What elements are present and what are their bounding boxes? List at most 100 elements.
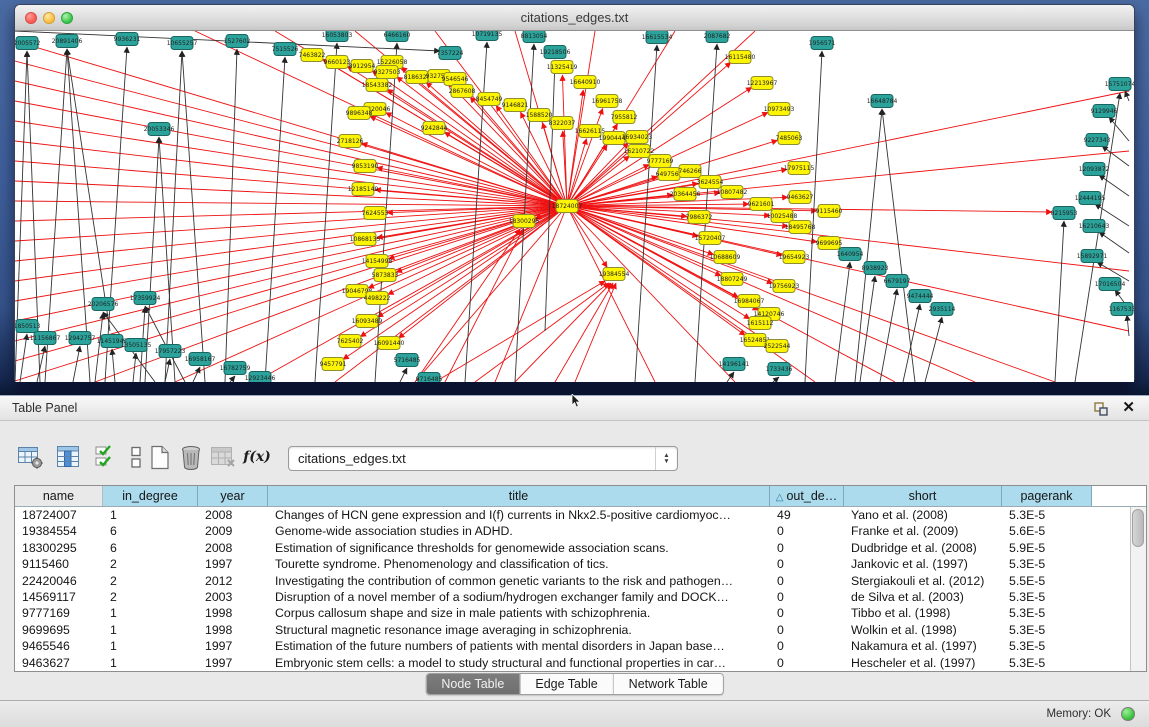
table-cell: 2: [103, 589, 198, 605]
table-cell: 1997: [198, 655, 268, 671]
float-panel-icon[interactable]: [1093, 401, 1109, 417]
table-cell: 18724007: [15, 507, 103, 523]
table-row[interactable]: 1938455462009Genome-wide association stu…: [15, 523, 1130, 539]
table-row[interactable]: 946554611997Estimation of the future num…: [15, 638, 1130, 654]
delete-column-icon[interactable]: [177, 443, 205, 471]
node-label: 18495768: [785, 224, 816, 231]
table-cell: 0: [770, 523, 844, 539]
zoom-window-button[interactable]: [61, 12, 73, 24]
node-label: 16053803: [322, 32, 353, 39]
node-label: 19756923: [769, 283, 800, 290]
table-body[interactable]: 1872400712008Changes of HCN gene express…: [15, 507, 1130, 671]
node-label: 2522544: [764, 343, 791, 350]
node-label: 20206576: [88, 301, 119, 308]
node-label: 16934023: [622, 134, 653, 141]
table-row[interactable]: 977716911998Corpus callosum shape and si…: [15, 605, 1130, 621]
table-panel-title: Table Panel: [12, 401, 77, 415]
network-window-title: citations_edges.txt: [15, 5, 1134, 31]
node-label: 7624553: [362, 210, 389, 217]
table-cell: 5.3E-5: [1002, 655, 1092, 671]
column-header-out-degree[interactable]: △out_de…: [770, 486, 844, 506]
tab-edge-table[interactable]: Edge Table: [519, 674, 612, 694]
table-cell: Hescheler et al. (1997): [844, 655, 1002, 671]
node-label: 7625402: [337, 338, 364, 345]
column-header-year[interactable]: year: [198, 486, 268, 506]
tab-node-table[interactable]: Node Table: [426, 674, 519, 694]
close-panel-icon[interactable]: ✕: [1122, 399, 1135, 417]
delete-table-icon[interactable]: [209, 443, 237, 471]
select-all-icon[interactable]: [92, 443, 120, 471]
table-settings-icon[interactable]: [16, 443, 44, 471]
node-label: 9896348: [346, 110, 373, 117]
close-window-button[interactable]: [25, 12, 37, 24]
node-label: 1956571: [809, 40, 836, 47]
table-cell: 9463627: [15, 655, 103, 671]
table-cell: 1: [103, 622, 198, 638]
table-cell: 1997: [198, 556, 268, 572]
network-graph[interactable]: 7463822966012389129541522605893275031854…: [15, 31, 1134, 382]
minimize-window-button[interactable]: [43, 12, 55, 24]
table-cell: 5.9E-5: [1002, 540, 1092, 556]
table-selector-dropdown[interactable]: citations_edges.txt ▲▼: [288, 446, 678, 471]
node-label: 16093489: [352, 318, 383, 325]
table-cell: 22420046: [15, 573, 103, 589]
tab-network-table[interactable]: Network Table: [613, 674, 723, 694]
node-label: 7485063: [776, 135, 803, 142]
node-label: 6679197: [884, 278, 911, 285]
node-label: 19218506: [540, 49, 571, 56]
column-header-title[interactable]: title: [268, 486, 770, 506]
table-cell: 6: [103, 540, 198, 556]
scrollbar-thumb[interactable]: [1132, 509, 1144, 547]
new-column-icon[interactable]: [146, 443, 174, 471]
table-row[interactable]: 1872400712008Changes of HCN gene express…: [15, 507, 1130, 523]
node-label: 9853190: [352, 163, 379, 170]
table-row[interactable]: 1456911722003Disruption of a novel membe…: [15, 589, 1130, 605]
column-header-name[interactable]: name: [15, 486, 103, 506]
table-cell: 0: [770, 605, 844, 621]
column-header-short[interactable]: short: [844, 486, 1002, 506]
network-view[interactable]: 7463822966012389129541522605893275031854…: [15, 31, 1134, 382]
node-label: 11156867: [30, 335, 61, 342]
table-cell: 0: [770, 556, 844, 572]
network-window-titlebar[interactable]: citations_edges.txt: [15, 5, 1134, 31]
table-row[interactable]: 1830029562008Estimation of significance …: [15, 540, 1130, 556]
node-label: 14154998: [362, 258, 393, 265]
table-row[interactable]: 946362711997Embryonic stem cells: a mode…: [15, 655, 1130, 671]
show-column-icon[interactable]: [54, 443, 82, 471]
table-cell: Yano et al. (2008): [844, 507, 1002, 523]
table-cell: 9699695: [15, 622, 103, 638]
table-row[interactable]: 911546021997Tourette syndrome. Phenomeno…: [15, 556, 1130, 572]
node-label: 9621601: [748, 201, 775, 208]
cytoscape-desktop: citations_edges.txt 74638229660123891295…: [0, 0, 1149, 395]
network-window[interactable]: citations_edges.txt 74638229660123891295…: [14, 4, 1135, 382]
node-label: 17975115: [784, 165, 815, 172]
node-label: 7955812: [611, 114, 638, 121]
node-label: 16615534: [642, 34, 673, 41]
table-cell: 1: [103, 507, 198, 523]
table-cell: 2003: [198, 589, 268, 605]
node-label: 9660123: [324, 59, 351, 66]
memory-ok-indicator[interactable]: [1121, 707, 1135, 721]
node-label: 9463627: [787, 194, 814, 201]
table-cell: Embryonic stem cells: a model to study s…: [268, 655, 770, 671]
node-label: 13505135: [121, 342, 152, 349]
table-cell: Investigating the contribution of common…: [268, 573, 770, 589]
table-cell: 1: [103, 605, 198, 621]
column-header-pagerank[interactable]: pagerank: [1002, 486, 1092, 506]
table-cell: 19384554: [15, 523, 103, 539]
node-label: 16958167: [185, 356, 216, 363]
node-label: 16210722: [624, 148, 655, 155]
table-scrollbar[interactable]: [1130, 507, 1146, 671]
table-row[interactable]: 969969511998Structural magnetic resonanc…: [15, 622, 1130, 638]
table-row[interactable]: 2242004622012Investigating the contribut…: [15, 573, 1130, 589]
node-label: 12444195: [1075, 195, 1106, 202]
node-label: 18300295: [509, 218, 540, 225]
node-label: 8322037: [549, 120, 576, 127]
node-label: 19384554: [599, 271, 630, 278]
column-header-in-degree[interactable]: in_degree: [103, 486, 198, 506]
node-label: 1733436: [766, 366, 793, 373]
table-cell: Dudbridge et al. (2008): [844, 540, 1002, 556]
mouse-cursor: [571, 394, 582, 408]
node-label: 12942757: [65, 335, 96, 342]
function-builder-icon[interactable]: f(x): [243, 443, 271, 471]
